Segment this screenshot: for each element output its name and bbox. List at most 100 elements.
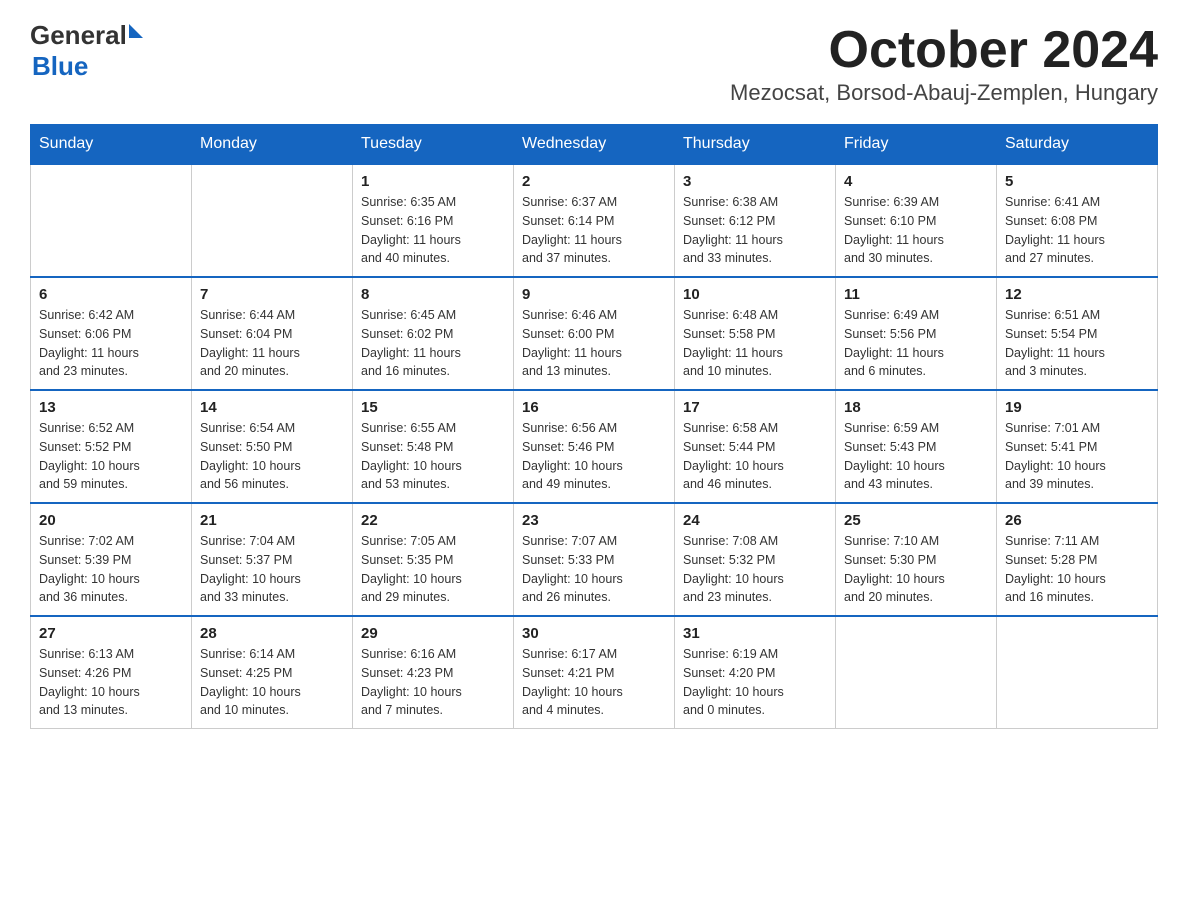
day-number: 10 xyxy=(683,286,827,303)
day-info: Sunrise: 6:52 AMSunset: 5:52 PMDaylight:… xyxy=(39,419,183,494)
calendar-cell xyxy=(192,164,353,277)
day-info: Sunrise: 7:08 AMSunset: 5:32 PMDaylight:… xyxy=(683,532,827,607)
calendar-cell: 12 Sunrise: 6:51 AMSunset: 5:54 PMDayligh… xyxy=(997,277,1158,390)
calendar-cell: 5Sunrise: 6:41 AMSunset: 6:08 PMDaylight… xyxy=(997,164,1158,277)
day-number: 23 xyxy=(522,512,666,529)
day-info: Sunrise: 7:01 AMSunset: 5:41 PMDaylight:… xyxy=(1005,419,1149,494)
weekday-header-tuesday: Tuesday xyxy=(353,125,514,165)
day-info: Sunrise: 6:37 AMSunset: 6:14 PMDaylight:… xyxy=(522,193,666,268)
calendar-week-row: 20Sunrise: 7:02 AMSunset: 5:39 PMDayligh… xyxy=(31,503,1158,616)
day-number: 15 xyxy=(361,399,505,416)
day-number: 12 xyxy=(1005,286,1149,303)
day-number: 2 xyxy=(522,173,666,190)
month-title: October 2024 xyxy=(730,20,1158,80)
day-info: Sunrise: 7:07 AMSunset: 5:33 PMDaylight:… xyxy=(522,532,666,607)
logo-blue: Blue xyxy=(32,51,88,82)
calendar-cell: 17 Sunrise: 6:58 AMSunset: 5:44 PMDayligh… xyxy=(675,390,836,503)
day-number: 31 xyxy=(683,625,827,642)
day-number: 4 xyxy=(844,173,988,190)
day-number: 14 xyxy=(200,399,344,416)
logo-general: General xyxy=(30,20,127,51)
calendar-cell: 11Sunrise: 6:49 AMSunset: 5:56 PMDayligh… xyxy=(836,277,997,390)
calendar-week-row: 13 Sunrise: 6:52 AMSunset: 5:52 PMDayligh… xyxy=(31,390,1158,503)
day-number: 26 xyxy=(1005,512,1149,529)
calendar-cell: 31Sunrise: 6:19 AMSunset: 4:20 PMDayligh… xyxy=(675,616,836,729)
day-number: 27 xyxy=(39,625,183,642)
day-number: 11 xyxy=(844,286,988,303)
day-number: 3 xyxy=(683,173,827,190)
day-number: 18 xyxy=(844,399,988,416)
day-info: Sunrise: 6:48 AMSunset: 5:58 PMDaylight:… xyxy=(683,306,827,381)
day-info: Sunrise: 6:58 AMSunset: 5:44 PMDaylight:… xyxy=(683,419,827,494)
calendar-cell: 20Sunrise: 7:02 AMSunset: 5:39 PMDayligh… xyxy=(31,503,192,616)
calendar-cell: 24Sunrise: 7:08 AMSunset: 5:32 PMDayligh… xyxy=(675,503,836,616)
day-number: 28 xyxy=(200,625,344,642)
day-info: Sunrise: 6:54 AMSunset: 5:50 PMDaylight:… xyxy=(200,419,344,494)
day-info: Sunrise: 6:45 AMSunset: 6:02 PMDaylight:… xyxy=(361,306,505,381)
calendar-cell: 2 Sunrise: 6:37 AMSunset: 6:14 PMDaylight… xyxy=(514,164,675,277)
day-info: Sunrise: 6:59 AMSunset: 5:43 PMDaylight:… xyxy=(844,419,988,494)
calendar-cell: 6 Sunrise: 6:42 AMSunset: 6:06 PMDaylight… xyxy=(31,277,192,390)
calendar-cell: 23 Sunrise: 7:07 AMSunset: 5:33 PMDayligh… xyxy=(514,503,675,616)
day-info: Sunrise: 6:46 AMSunset: 6:00 PMDaylight:… xyxy=(522,306,666,381)
calendar-cell: 13 Sunrise: 6:52 AMSunset: 5:52 PMDayligh… xyxy=(31,390,192,503)
day-number: 8 xyxy=(361,286,505,303)
calendar-cell: 19 Sunrise: 7:01 AMSunset: 5:41 PMDayligh… xyxy=(997,390,1158,503)
day-number: 13 xyxy=(39,399,183,416)
day-info: Sunrise: 7:10 AMSunset: 5:30 PMDaylight:… xyxy=(844,532,988,607)
day-number: 30 xyxy=(522,625,666,642)
calendar-cell xyxy=(997,616,1158,729)
location-title: Mezocsat, Borsod-Abauj-Zemplen, Hungary xyxy=(730,80,1158,106)
calendar-cell: 21 Sunrise: 7:04 AMSunset: 5:37 PMDayligh… xyxy=(192,503,353,616)
day-info: Sunrise: 6:51 AMSunset: 5:54 PMDaylight:… xyxy=(1005,306,1149,381)
day-number: 19 xyxy=(1005,399,1149,416)
day-info: Sunrise: 6:14 AMSunset: 4:25 PMDaylight:… xyxy=(200,645,344,720)
day-info: Sunrise: 7:02 AMSunset: 5:39 PMDaylight:… xyxy=(39,532,183,607)
calendar-header-row: SundayMondayTuesdayWednesdayThursdayFrid… xyxy=(31,125,1158,165)
calendar-cell: 10 Sunrise: 6:48 AMSunset: 5:58 PMDayligh… xyxy=(675,277,836,390)
calendar-cell: 25 Sunrise: 7:10 AMSunset: 5:30 PMDayligh… xyxy=(836,503,997,616)
calendar-cell: 8 Sunrise: 6:45 AMSunset: 6:02 PMDaylight… xyxy=(353,277,514,390)
day-number: 6 xyxy=(39,286,183,303)
weekday-header-sunday: Sunday xyxy=(31,125,192,165)
day-number: 21 xyxy=(200,512,344,529)
weekday-header-saturday: Saturday xyxy=(997,125,1158,165)
calendar-cell: 4Sunrise: 6:39 AMSunset: 6:10 PMDaylight… xyxy=(836,164,997,277)
calendar-cell: 7Sunrise: 6:44 AMSunset: 6:04 PMDaylight… xyxy=(192,277,353,390)
calendar-week-row: 27 Sunrise: 6:13 AMSunset: 4:26 PMDayligh… xyxy=(31,616,1158,729)
weekday-header-friday: Friday xyxy=(836,125,997,165)
day-number: 7 xyxy=(200,286,344,303)
calendar-week-row: 1Sunrise: 6:35 AMSunset: 6:16 PMDaylight… xyxy=(31,164,1158,277)
calendar-cell: 27 Sunrise: 6:13 AMSunset: 4:26 PMDayligh… xyxy=(31,616,192,729)
title-block: October 2024 Mezocsat, Borsod-Abauj-Zemp… xyxy=(730,20,1158,116)
day-info: Sunrise: 6:17 AMSunset: 4:21 PMDaylight:… xyxy=(522,645,666,720)
day-info: Sunrise: 6:13 AMSunset: 4:26 PMDaylight:… xyxy=(39,645,183,720)
calendar-week-row: 6 Sunrise: 6:42 AMSunset: 6:06 PMDaylight… xyxy=(31,277,1158,390)
day-info: Sunrise: 6:41 AMSunset: 6:08 PMDaylight:… xyxy=(1005,193,1149,268)
calendar-cell: 16 Sunrise: 6:56 AMSunset: 5:46 PMDayligh… xyxy=(514,390,675,503)
day-number: 29 xyxy=(361,625,505,642)
day-info: Sunrise: 6:16 AMSunset: 4:23 PMDaylight:… xyxy=(361,645,505,720)
day-number: 25 xyxy=(844,512,988,529)
calendar-cell: 28 Sunrise: 6:14 AMSunset: 4:25 PMDayligh… xyxy=(192,616,353,729)
day-info: Sunrise: 7:04 AMSunset: 5:37 PMDaylight:… xyxy=(200,532,344,607)
day-info: Sunrise: 6:55 AMSunset: 5:48 PMDaylight:… xyxy=(361,419,505,494)
weekday-header-wednesday: Wednesday xyxy=(514,125,675,165)
logo: General Blue xyxy=(30,20,143,82)
day-number: 16 xyxy=(522,399,666,416)
day-number: 17 xyxy=(683,399,827,416)
calendar-cell: 30 Sunrise: 6:17 AMSunset: 4:21 PMDayligh… xyxy=(514,616,675,729)
calendar-cell: 14 Sunrise: 6:54 AMSunset: 5:50 PMDayligh… xyxy=(192,390,353,503)
calendar-cell: 3Sunrise: 6:38 AMSunset: 6:12 PMDaylight… xyxy=(675,164,836,277)
weekday-header-monday: Monday xyxy=(192,125,353,165)
calendar-cell xyxy=(836,616,997,729)
day-info: Sunrise: 6:56 AMSunset: 5:46 PMDaylight:… xyxy=(522,419,666,494)
day-info: Sunrise: 7:11 AMSunset: 5:28 PMDaylight:… xyxy=(1005,532,1149,607)
calendar-cell: 26 Sunrise: 7:11 AMSunset: 5:28 PMDayligh… xyxy=(997,503,1158,616)
calendar-cell: 9Sunrise: 6:46 AMSunset: 6:00 PMDaylight… xyxy=(514,277,675,390)
day-number: 22 xyxy=(361,512,505,529)
calendar-cell: 18 Sunrise: 6:59 AMSunset: 5:43 PMDayligh… xyxy=(836,390,997,503)
day-info: Sunrise: 6:42 AMSunset: 6:06 PMDaylight:… xyxy=(39,306,183,381)
calendar-cell: 29 Sunrise: 6:16 AMSunset: 4:23 PMDayligh… xyxy=(353,616,514,729)
logo-triangle-icon xyxy=(129,24,143,38)
